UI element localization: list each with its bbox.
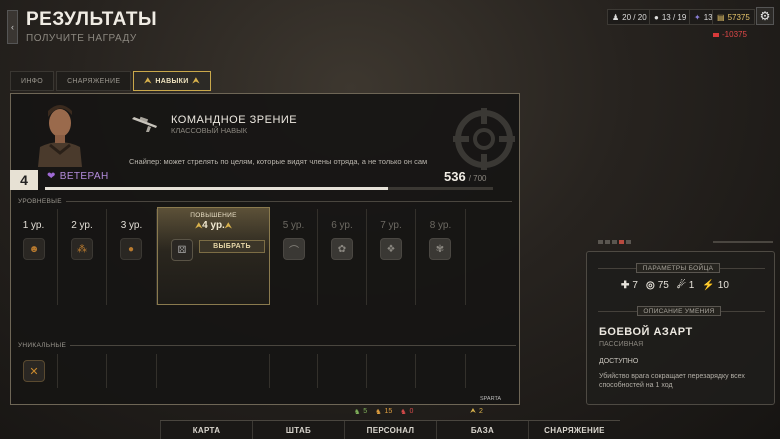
rank-chevron-icon: ⮝ [192, 76, 200, 85]
combat-thrill-icon[interactable]: ✕ [23, 360, 45, 382]
tab-equipment[interactable]: СНАРЯЖЕНИЕ [56, 71, 132, 91]
gear-icon: ⚙ [759, 9, 771, 23]
divider [70, 345, 517, 346]
skull-icon[interactable]: ☻ [23, 238, 45, 260]
orange-unit-icon: ♞ [375, 409, 382, 416]
settings-button[interactable]: ⚙ [756, 7, 774, 25]
personnel-counter: ● 13 / 19 [649, 9, 692, 25]
ability-status: ДОСТУПНО [599, 358, 639, 365]
nav-hq[interactable]: ШТАБ [252, 421, 344, 439]
params-title: ПАРАМЕТРЫ БОЙЦА [636, 263, 720, 273]
nav-personnel[interactable]: ПЕРСОНАЛ [344, 421, 436, 439]
level-column-6: 6 ур. ✿ [318, 209, 367, 305]
soldier-portrait [38, 105, 82, 167]
skill-type: КЛАССОВЫЙ НАВЫК [171, 126, 248, 135]
soldier-level: 4 [10, 170, 38, 190]
corner-label: SPARTA [480, 396, 502, 402]
crosshair-icon [453, 108, 515, 170]
arc-icon[interactable]: ⌒ [283, 238, 305, 260]
bottom-nav: КАРТА ШТАБ ПЕРСОНАЛ БАЗА СНАРЯЖЕНИЕ [160, 420, 620, 439]
tab-info[interactable]: ИНФО [10, 71, 55, 91]
fighter-stats: ✚ 7 ◎ 75 ☄ 1 ⚡ 10 [621, 280, 729, 291]
intel-icon: ✦ [694, 12, 701, 22]
unique-column [157, 354, 270, 388]
promotion-level: ⮝4 ур.⮝ [195, 220, 232, 231]
unique-column [58, 354, 107, 388]
unique-column [270, 354, 318, 388]
nav-base[interactable]: БАЗА [436, 421, 528, 439]
move-icon: ⚡ [702, 280, 715, 291]
panel-indicators [598, 240, 631, 244]
back-button[interactable]: ‹ [7, 10, 18, 44]
rank-chevron-icon: ⮝ [224, 221, 232, 230]
rifle-icon [132, 116, 157, 132]
ability-title: ОПИСАНИЕ УМЕНИЯ [637, 306, 721, 316]
stat-move: ⚡ 10 [702, 280, 729, 291]
rank-chevron-icon: ⮝ [144, 76, 152, 85]
unique-column [416, 354, 466, 388]
section-unique-skills: УНИКАЛЬНЫЕ [18, 342, 517, 349]
speed-icon: ☄ [676, 280, 686, 291]
ability-type: ПАССИВНАЯ [599, 341, 644, 348]
nav-equipment[interactable]: СНАРЯЖЕНИЕ [528, 421, 620, 439]
rank-counter: ⮝ 2 [470, 408, 483, 415]
level-column-2: 2 ур. ⁂ [58, 209, 107, 305]
page-subtitle: ПОЛУЧИТЕ НАГРАДУ [26, 33, 137, 44]
skill-description: Снайпер: может стрелять по целям, которы… [129, 157, 428, 166]
level-column-3: 3 ур. ● [107, 209, 157, 305]
section-level-skills: УРОВНЕВЫЕ [18, 198, 512, 205]
money-counter: ▤ 57375 [712, 9, 755, 25]
unique-column [107, 354, 157, 388]
debt-icon [713, 32, 719, 37]
nav-map[interactable]: КАРТА [160, 421, 252, 439]
xp-bar [45, 187, 493, 190]
level-column-1: 1 ур. ☻ [10, 209, 58, 305]
xp-readout: 536/ 700 [444, 169, 487, 184]
ability-name: БОЕВОЙ АЗАРТ [599, 326, 693, 338]
aim-icon: ◎ [645, 280, 655, 291]
stat-speed: ☄ 1 [676, 280, 695, 291]
promotion-card: ПОВЫШЕНИЕ ⮝4 ур.⮝ ⚄ ВЫБРАТЬ [157, 207, 270, 305]
xp-bar-fill [45, 187, 389, 190]
ability-description: Убийство врага сокращает перезарядку все… [599, 373, 745, 390]
cluster-icon[interactable]: ❖ [380, 238, 402, 260]
level-column-8: 8 ур. ✾ [416, 209, 466, 305]
debt-counter: -10375 [713, 30, 747, 39]
divider [713, 241, 773, 243]
rank-chevron-icon: ⮝ [470, 408, 476, 415]
select-button[interactable]: ВЫБРАТЬ [199, 240, 265, 253]
unique-column [318, 354, 367, 388]
paw-icon[interactable]: ✿ [331, 238, 353, 260]
green-unit-icon: ♞ [354, 409, 361, 416]
page-title: РЕЗУЛЬТАТЫ [26, 9, 158, 30]
veteran-heart-icon: ❤ [47, 171, 56, 182]
soldier-icon: ♟ [612, 12, 620, 22]
unique-column [367, 354, 416, 388]
level-column-5: 5 ур. ⌒ [270, 209, 318, 305]
stat-health: ✚ 7 [621, 280, 638, 291]
soldiers-counter: ♟ 20 / 20 [607, 9, 652, 25]
stat-aim: ◎ 75 [645, 280, 669, 291]
divider [65, 201, 512, 202]
health-icon: ✚ [621, 280, 630, 291]
squad-counters: ♞ 5 ♞ 15 ♞ 0 [354, 408, 414, 416]
red-unit-icon: ♞ [400, 409, 407, 416]
pawprint-icon[interactable]: ✾ [429, 238, 451, 260]
soldier-rank: ❤ ВЕТЕРАН [47, 171, 109, 182]
grenade-icon[interactable]: ● [120, 238, 142, 260]
skill-name: КОМАНДНОЕ ЗРЕНИЕ [171, 114, 298, 126]
bullets-icon[interactable]: ⁂ [71, 238, 93, 260]
chevron-left-icon: ‹ [11, 22, 14, 32]
dice-icon[interactable]: ⚄ [171, 239, 193, 261]
tab-bar: ИНФО СНАРЯЖЕНИЕ ⮝ НАВЫКИ ⮝ [10, 71, 211, 91]
person-icon: ● [654, 12, 659, 22]
tab-skills[interactable]: ⮝ НАВЫКИ ⮝ [133, 71, 211, 91]
level-column-7: 7 ур. ❖ [367, 209, 416, 305]
money-icon: ▤ [717, 12, 725, 22]
